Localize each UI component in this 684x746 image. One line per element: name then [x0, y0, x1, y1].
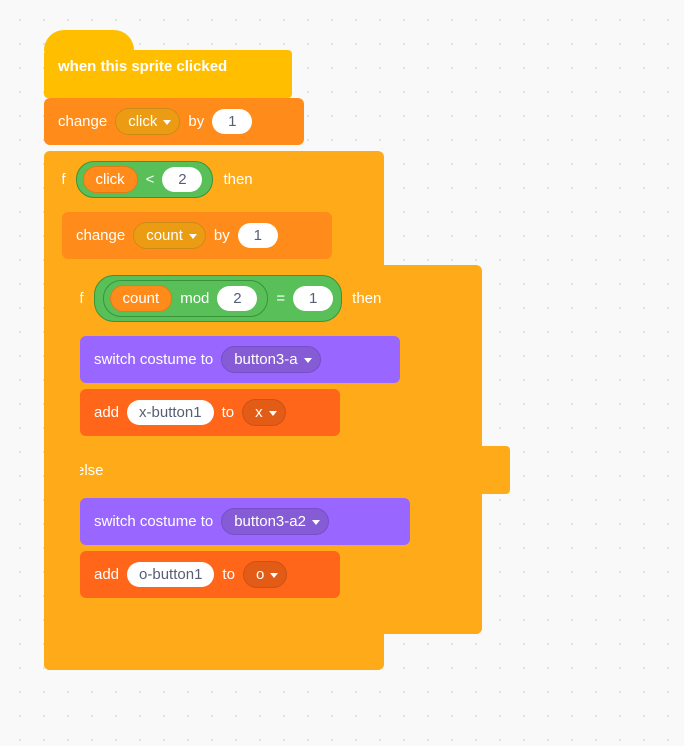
- operator-mod-word: mod: [180, 290, 209, 307]
- block-change-variable-count[interactable]: change count by 1: [62, 212, 332, 259]
- block-if-outer[interactable]: if click < 2 then change count by 1 if: [44, 151, 384, 670]
- operator-eq-symbol: =: [276, 290, 285, 307]
- dropdown-variable-click[interactable]: click: [115, 108, 180, 135]
- operator-equals[interactable]: count mod 2 = 1: [94, 275, 343, 322]
- if-inner-else-body: switch costume to button3-a2 add o-butto…: [80, 494, 482, 608]
- word-by: by: [188, 113, 204, 130]
- input-lt-right[interactable]: 2: [162, 167, 202, 192]
- hat-label: when this sprite clicked: [58, 58, 227, 75]
- dropdown-list-x[interactable]: x: [242, 399, 286, 426]
- block-change-variable-click[interactable]: change click by 1: [44, 98, 304, 145]
- dropdown-costume-a[interactable]: button3-a: [221, 346, 320, 373]
- block-add-to-list-o[interactable]: add o-button1 to o: [80, 551, 340, 598]
- if-outer-foot: [44, 644, 384, 670]
- block-if-else-inner[interactable]: if count mod 2 = 1 then: [62, 265, 482, 634]
- cblock-left-bar: [44, 151, 62, 670]
- input-add-item-x[interactable]: x-button1: [127, 400, 214, 425]
- word-change: change: [58, 113, 107, 130]
- operator-mod[interactable]: count mod 2: [103, 280, 269, 317]
- block-switch-costume-a[interactable]: switch costume to button3-a: [80, 336, 400, 383]
- dropdown-costume-a2[interactable]: button3-a2: [221, 508, 329, 535]
- word-else: else: [76, 462, 104, 479]
- dropdown-variable-count[interactable]: count: [133, 222, 206, 249]
- word-to2: to: [222, 566, 235, 583]
- dropdown-list-o[interactable]: o: [243, 561, 287, 588]
- hat-when-sprite-clicked[interactable]: when this sprite clicked: [44, 50, 292, 98]
- input-eq-right[interactable]: 1: [293, 286, 333, 311]
- switch-costume-label2: switch costume to: [94, 513, 213, 530]
- else-row: else: [62, 446, 510, 494]
- block-script: when this sprite clicked change click by…: [44, 30, 644, 676]
- if-inner-foot: [62, 608, 482, 634]
- word-by2: by: [214, 227, 230, 244]
- word-add2: add: [94, 566, 119, 583]
- input-mod-right[interactable]: 2: [217, 286, 257, 311]
- word-then2: then: [352, 290, 381, 307]
- word-to1: to: [222, 404, 235, 421]
- operator-lt[interactable]: click < 2: [76, 161, 214, 198]
- word-then: then: [223, 171, 252, 188]
- operator-lt-symbol: <: [146, 171, 155, 188]
- reporter-var-count[interactable]: count: [110, 285, 173, 312]
- reporter-var-click[interactable]: click: [83, 166, 138, 193]
- word-add1: add: [94, 404, 119, 421]
- if-inner-then-body: switch costume to button3-a add x-button…: [80, 332, 482, 446]
- input-change-amount2[interactable]: 1: [238, 223, 278, 248]
- if-header-outer: if click < 2 then: [44, 151, 402, 208]
- if-header-inner: if count mod 2 = 1 then: [62, 265, 520, 332]
- block-add-to-list-x[interactable]: add x-button1 to x: [80, 389, 340, 436]
- if-outer-body: change count by 1 if count mod 2 =: [62, 208, 384, 644]
- word-change2: change: [76, 227, 125, 244]
- switch-costume-label: switch costume to: [94, 351, 213, 368]
- block-switch-costume-a2[interactable]: switch costume to button3-a2: [80, 498, 410, 545]
- input-add-item-o[interactable]: o-button1: [127, 562, 214, 587]
- input-change-amount[interactable]: 1: [212, 109, 252, 134]
- cblock-left-bar-inner: [62, 265, 80, 634]
